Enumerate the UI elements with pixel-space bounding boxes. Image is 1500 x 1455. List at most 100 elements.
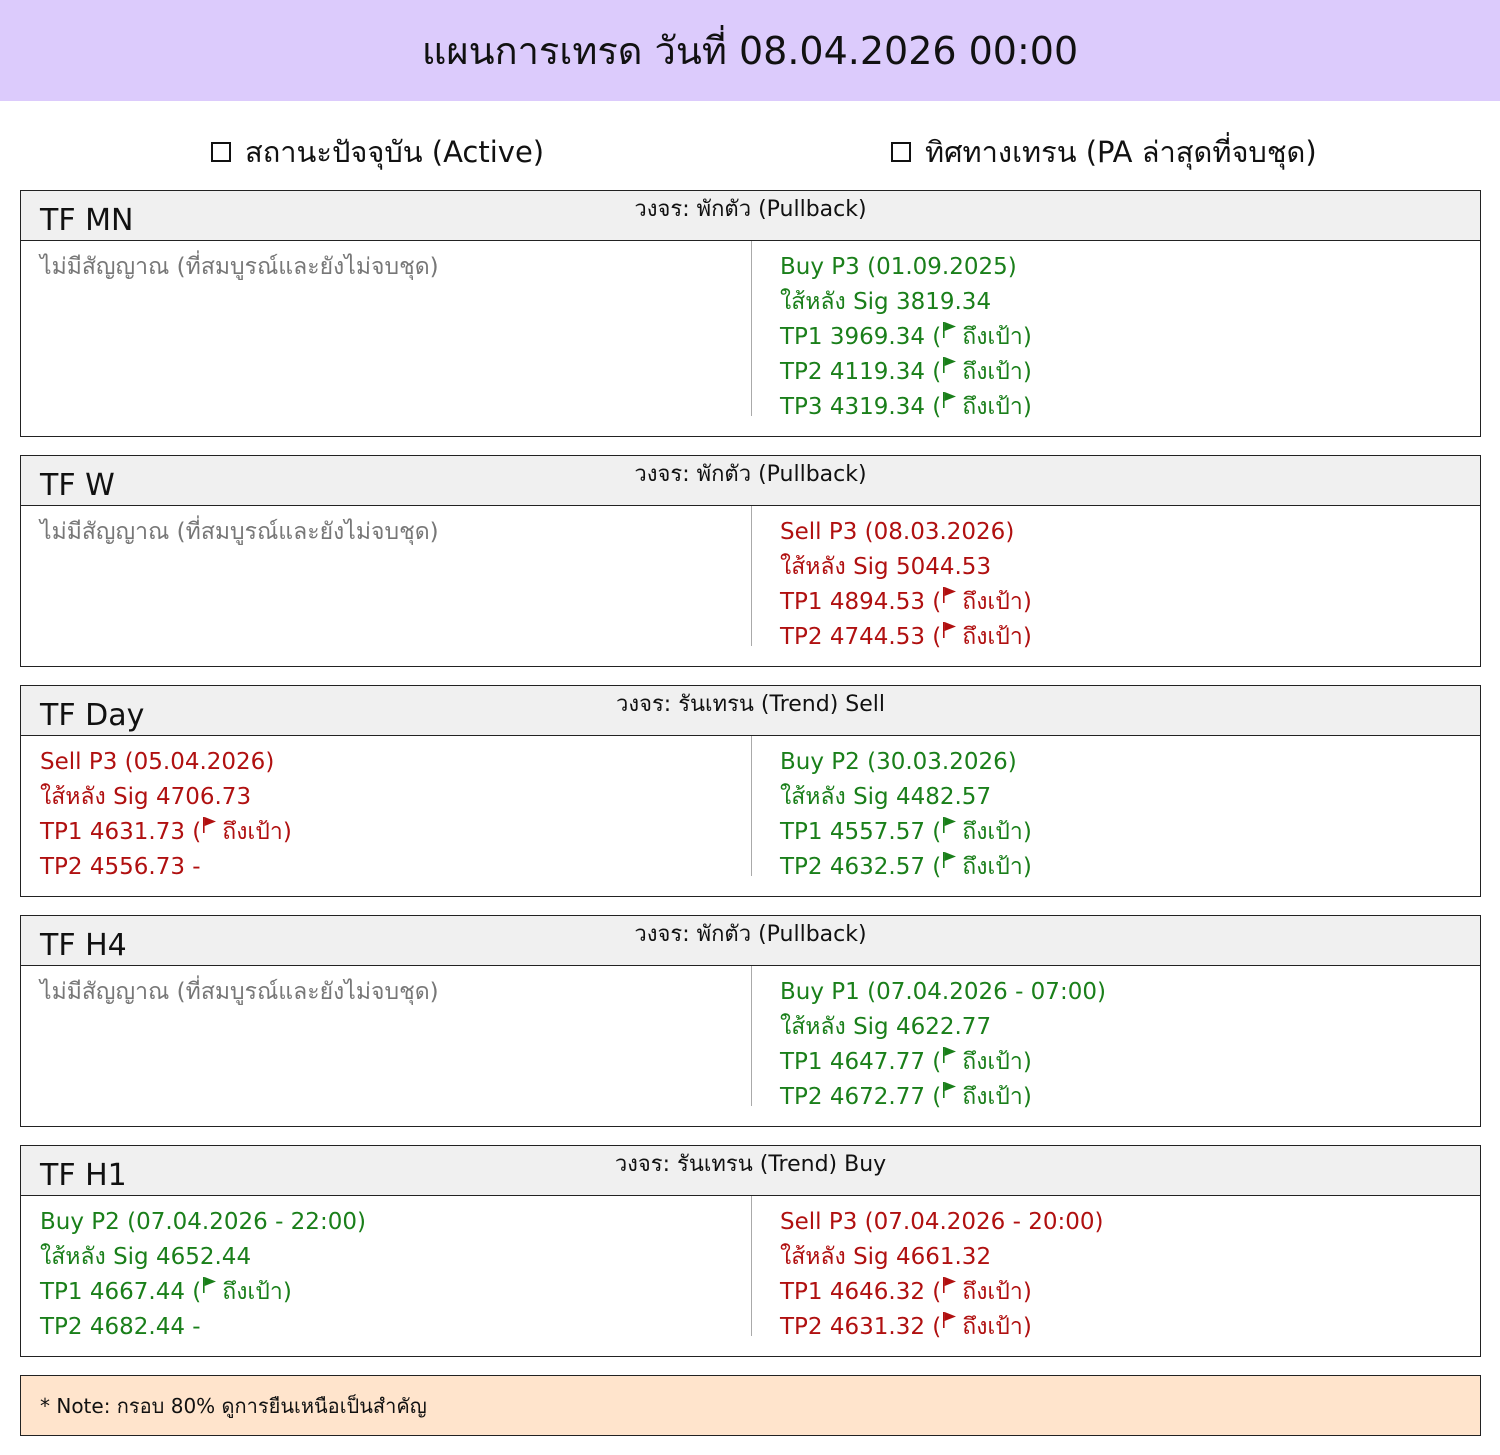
trend-direction-cell: Buy P2 (30.03.2026) ใส้หลัง Sig 4482.57 TP… [780, 746, 1032, 886]
target-reached-text: ถึงเป้า [962, 394, 1023, 420]
column-header-active: สถานะปัจจุบัน (Active) [211, 130, 544, 174]
target-reached-text: ถึงเป้า [962, 1049, 1023, 1075]
checkbox-trend[interactable] [891, 142, 911, 162]
signal-text: ใส้หลัง Sig 4482.57 [780, 784, 992, 810]
closing-paren: ) [282, 1279, 292, 1305]
closing-paren: ) [1022, 394, 1032, 420]
signal-line: TP2 4672.77 (ถึงเป้า) [780, 1081, 1106, 1116]
column-divider [751, 241, 752, 416]
active-status-cell: ไม่มีสัญญาณ (ที่สมบูรณ์และยังไม่จบชุด) [40, 251, 439, 286]
tf-panel: TF H1 วงจร: รันเทรน (Trend) Buy Buy P2 (07… [20, 1145, 1481, 1357]
target-reached-text: ถึงเป้า [222, 1279, 283, 1305]
signal-text: TP1 4631.73 ( [40, 819, 202, 845]
tf-panel: TF H4 วงจร: พักตัว (Pullback) ไม่มีสัญญาณ … [20, 915, 1481, 1127]
signal-line: TP1 4667.44 ( ถึงเป้า) [40, 1276, 366, 1311]
signal-line: ใส้หลัง Sig 4622.77 [780, 1011, 1106, 1046]
signal-text: TP1 4557.57 ( [780, 819, 942, 845]
signal-text: Buy P2 (07.04.2026 - 22:00) [40, 1209, 366, 1235]
tf-panel-body: ไม่มีสัญญาณ (ที่สมบูรณ์และยังไม่จบชุด) Bu… [21, 241, 1480, 436]
signal-text: ไม่มีสัญญาณ (ที่สมบูรณ์และยังไม่จบชุด) [40, 254, 439, 280]
trend-direction-cell: Buy P1 (07.04.2026 - 07:00) ใส้หลัง Sig 4… [780, 976, 1106, 1116]
signal-line: ใส้หลัง Sig 4652.44 [40, 1241, 366, 1276]
signal-text: Sell P3 (05.04.2026) [40, 749, 275, 775]
signal-text: Sell P3 (07.04.2026 - 20:00) [780, 1209, 1104, 1235]
signal-line: TP1 4631.73 (ถึงเป้า) [40, 816, 292, 851]
flag-icon [943, 852, 957, 868]
page-title: แผนการเทรด วันที่ 08.04.2026 00:00 [421, 29, 1079, 73]
signal-line: Buy P3 (01.09.2025) [780, 251, 1032, 286]
signal-line: TP1 4647.77 (ถึงเป้า) [780, 1046, 1106, 1081]
closing-paren: ) [1022, 589, 1032, 615]
checkbox-active[interactable] [211, 142, 231, 162]
signal-text: TP2 4119.34 ( [780, 359, 942, 385]
trend-direction-cell: Buy P3 (01.09.2025) ใส้หลัง Sig 3819.34 TP… [780, 251, 1032, 426]
column-header-trend: ทิศทางเทรน (PA ล่าสุดที่จบชุด) [891, 130, 1317, 174]
signal-text: ใส้หลัง Sig 3819.34 [780, 289, 992, 315]
signal-line: ไม่มีสัญญาณ (ที่สมบูรณ์และยังไม่จบชุด) [40, 251, 439, 286]
tf-panel-body: Buy P2 (07.04.2026 - 22:00) ใส้หลัง Sig 4… [21, 1196, 1480, 1356]
tf-panel-header: TF H4 วงจร: พักตัว (Pullback) [21, 916, 1480, 966]
note-box: * Note: กรอบ 80% ดูการยืนเหนือเป็นสำคัญ [20, 1375, 1481, 1436]
signal-line: TP2 4631.32 (ถึงเป้า) [780, 1311, 1104, 1346]
signal-text: ใส้หลัง Sig 4622.77 [780, 1014, 992, 1040]
signal-line: TP3 4319.34 ( ถึงเป้า) [780, 391, 1032, 426]
signal-text: TP2 4632.57 ( [780, 854, 942, 880]
column-divider [751, 1196, 752, 1336]
signal-text: ใส้หลัง Sig 4661.32 [780, 1244, 992, 1270]
signal-line: Buy P1 (07.04.2026 - 07:00) [780, 976, 1106, 1011]
flag-icon [203, 817, 217, 833]
flag-icon [943, 587, 957, 603]
target-reached-text: ถึงเป้า [962, 359, 1023, 385]
trend-direction-cell: Sell P3 (08.03.2026) ใส้หลัง Sig 5044.53 T… [780, 516, 1032, 656]
flag-icon [943, 357, 957, 373]
signal-line: Sell P3 (07.04.2026 - 20:00) [780, 1206, 1104, 1241]
closing-paren: ) [282, 819, 292, 845]
closing-paren: ) [1022, 1084, 1032, 1110]
signal-line: ใส้หลัง Sig 4706.73 [40, 781, 292, 816]
tf-panel-header: TF H1 วงจร: รันเทรน (Trend) Buy [21, 1146, 1480, 1196]
flag-icon [943, 622, 957, 638]
closing-paren: ) [1022, 1049, 1032, 1075]
target-reached-text: ถึงเป้า [962, 589, 1023, 615]
signal-text: ไม่มีสัญญาณ (ที่สมบูรณ์และยังไม่จบชุด) [40, 979, 439, 1005]
tf-panel: TF Day วงจร: รันเทรน (Trend) Sell Sell P3 … [20, 685, 1481, 897]
signal-line: Sell P3 (05.04.2026) [40, 746, 292, 781]
tf-panel-header: TF W วงจร: พักตัว (Pullback) [21, 456, 1480, 506]
signal-line: Buy P2 (07.04.2026 - 22:00) [40, 1206, 366, 1241]
target-reached-text: ถึงเป้า [962, 624, 1023, 650]
note-text: * Note: กรอบ 80% ดูการยืนเหนือเป็นสำคัญ [40, 1393, 427, 1418]
tf-panel: TF MN วงจร: พักตัว (Pullback) ไม่มีสัญญาณ … [20, 190, 1481, 437]
closing-paren: ) [1022, 324, 1032, 350]
flag-icon [943, 1047, 957, 1063]
signal-text: TP2 4631.32 ( [780, 1314, 942, 1340]
flag-icon [943, 817, 957, 833]
signal-text: TP1 4667.44 ( [40, 1279, 202, 1305]
signal-line: ไม่มีสัญญาณ (ที่สมบูรณ์และยังไม่จบชุด) [40, 516, 439, 551]
flag-icon [203, 1277, 217, 1293]
signal-line: TP1 4557.57 (ถึงเป้า) [780, 816, 1032, 851]
signal-text: Sell P3 (08.03.2026) [780, 519, 1015, 545]
signal-text: TP2 4556.73 - [40, 854, 201, 880]
closing-paren: ) [1022, 1279, 1032, 1305]
tf-panel: TF W วงจร: พักตัว (Pullback) ไม่มีสัญญาณ (… [20, 455, 1481, 667]
signal-text: TP2 4744.53 ( [780, 624, 942, 650]
signal-text: ใส้หลัง Sig 4706.73 [40, 784, 252, 810]
target-reached-text: ถึงเป้า [962, 819, 1023, 845]
signal-line: ไม่มีสัญญาณ (ที่สมบูรณ์และยังไม่จบชุด) [40, 976, 439, 1011]
cycle-label: วงจร: พักตัว (Pullback) [634, 922, 867, 947]
closing-paren: ) [1022, 624, 1032, 650]
signal-line: ใส้หลัง Sig 5044.53 [780, 551, 1032, 586]
signal-text: TP3 4319.34 ( [780, 394, 942, 420]
tf-panel-body: Sell P3 (05.04.2026) ใส้หลัง Sig 4706.73 T… [21, 736, 1480, 896]
active-status-cell: Sell P3 (05.04.2026) ใส้หลัง Sig 4706.73 T… [40, 746, 292, 886]
column-divider [751, 966, 752, 1106]
signal-text: Buy P3 (01.09.2025) [780, 254, 1017, 280]
signal-text: TP2 4672.77 ( [780, 1084, 942, 1110]
signal-line: TP2 4682.44 - [40, 1311, 366, 1346]
signal-text: Buy P2 (30.03.2026) [780, 749, 1017, 775]
closing-paren: ) [1022, 1314, 1032, 1340]
signal-text: ใส้หลัง Sig 5044.53 [780, 554, 992, 580]
active-status-cell: ไม่มีสัญญาณ (ที่สมบูรณ์และยังไม่จบชุด) [40, 516, 439, 551]
tf-panel-header: TF Day วงจร: รันเทรน (Trend) Sell [21, 686, 1480, 736]
tf-panel-body: ไม่มีสัญญาณ (ที่สมบูรณ์และยังไม่จบชุด) Bu… [21, 966, 1480, 1126]
